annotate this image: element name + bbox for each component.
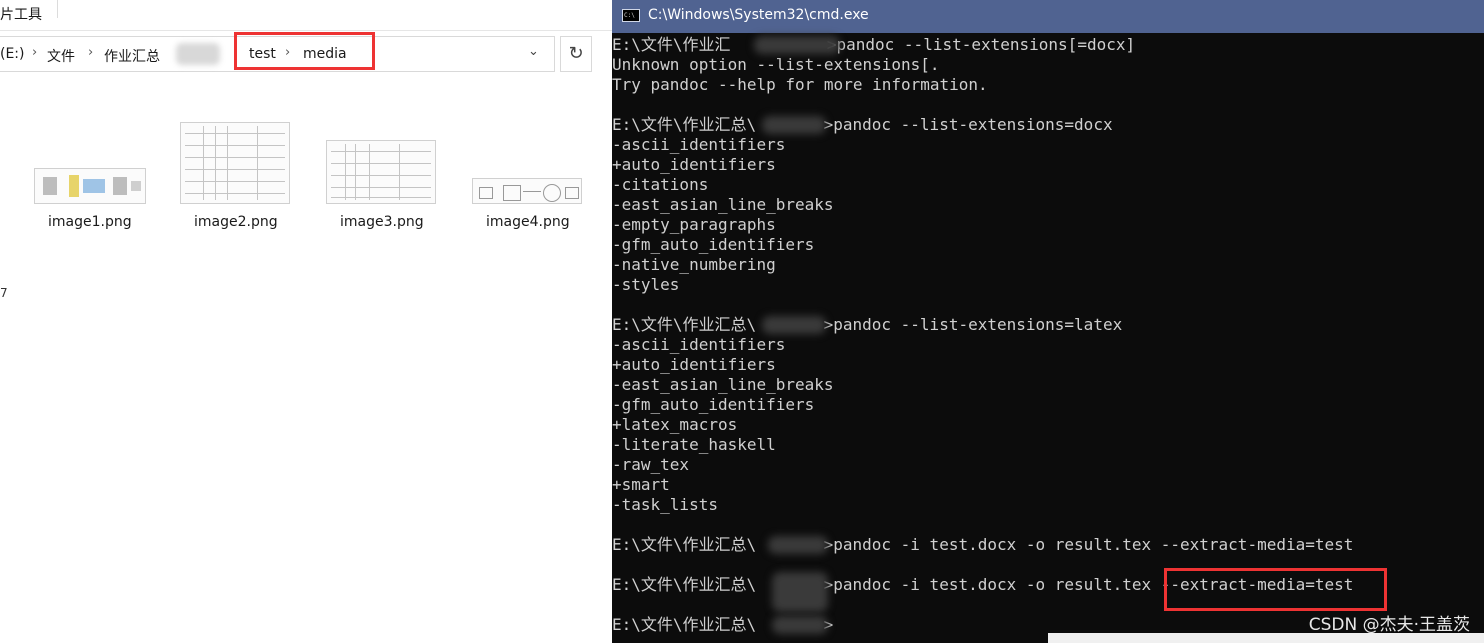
console-line: E:\文件\作业汇总\ >pandoc -i test.docx -o resu…: [612, 535, 1354, 554]
console-line: -styles: [612, 275, 680, 294]
redacted-blur: [176, 43, 220, 65]
file-item[interactable]: image2.png: [178, 110, 298, 240]
highlight-annotation: [1164, 568, 1387, 611]
console-line: -task_lists: [612, 495, 718, 514]
console-line: -empty_paragraphs: [612, 215, 776, 234]
file-name: image1.png: [48, 214, 132, 230]
console-line: Unknown option --list-extensions[.: [612, 55, 940, 74]
file-name: image3.png: [340, 214, 424, 230]
redacted-blur: [772, 616, 828, 634]
highlight-annotation: [234, 32, 375, 70]
image-thumbnail: [326, 140, 436, 204]
redacted-blur: [754, 36, 840, 54]
console-line: +latex_macros: [612, 415, 738, 434]
console-line: -ascii_identifiers: [612, 135, 786, 154]
console-line: -native_numbering: [612, 255, 776, 274]
console-line: Try pandoc --help for more information.: [612, 75, 988, 94]
cmd-app-icon: C:\: [622, 9, 640, 22]
refresh-button[interactable]: ↻: [560, 36, 592, 72]
redacted-blur: [762, 316, 826, 334]
ribbon-bar: 片工具: [0, 0, 612, 31]
console-line: +auto_identifiers: [612, 355, 776, 374]
chevron-right-icon[interactable]: ›: [32, 45, 37, 60]
console-line: -gfm_auto_identifiers: [612, 395, 815, 414]
console-line: -gfm_auto_identifiers: [612, 235, 815, 254]
breadcrumb-folder-1[interactable]: 文件: [47, 46, 75, 66]
breadcrumb-folder-2[interactable]: 作业汇总: [104, 46, 160, 66]
image-thumbnail: [180, 122, 290, 204]
redacted-blur: [768, 536, 828, 554]
file-item[interactable]: image3.png: [324, 110, 444, 240]
console-line: +auto_identifiers: [612, 155, 776, 174]
cmd-window: C:\ C:\Windows\System32\cmd.exe E:\文件\作业…: [612, 0, 1484, 643]
file-name: image2.png: [194, 214, 278, 230]
console-line: -east_asian_line_breaks: [612, 195, 834, 214]
console-line: -literate_haskell: [612, 435, 776, 454]
redacted-blur: [762, 116, 826, 134]
file-name: image4.png: [486, 214, 570, 230]
console-line: E:\文件\作业汇总\ >pandoc --list-extensions=do…: [612, 115, 1113, 134]
nav-pane-edge-text: 7: [0, 286, 8, 300]
ribbon-divider: [57, 0, 58, 18]
file-item[interactable]: image4.png: [470, 110, 590, 240]
breadcrumb-drive[interactable]: (E:): [0, 46, 25, 62]
ribbon-tab-picture-tools[interactable]: 片工具: [0, 4, 42, 24]
console-line: E:\文件\作业汇 >pandoc --list-extensions[=doc…: [612, 35, 1136, 54]
cmd-window-title: C:\Windows\System32\cmd.exe: [648, 7, 869, 23]
console-line: E:\文件\作业汇总\ >pandoc --list-extensions=la…: [612, 315, 1123, 334]
file-item[interactable]: image1.png: [31, 110, 151, 240]
file-explorer-window: 片工具 (E:) › 文件 › 作业汇总 test › media ⌄ ↻ im…: [0, 0, 612, 643]
image-thumbnail: [472, 178, 582, 204]
console-line: -citations: [612, 175, 709, 194]
console-line: -ascii_identifiers: [612, 335, 786, 354]
redacted-blur: [772, 572, 828, 612]
console-line: -raw_tex: [612, 455, 690, 474]
console-line: -east_asian_line_breaks: [612, 375, 834, 394]
chevron-down-icon[interactable]: ⌄: [528, 44, 539, 59]
image-thumbnail: [34, 168, 146, 204]
watermark-text: CSDN @杰夫·王盖茨: [1308, 615, 1470, 635]
console-line: +smart: [612, 475, 670, 494]
cmd-titlebar[interactable]: C:\ C:\Windows\System32\cmd.exe: [612, 0, 1484, 33]
chevron-right-icon[interactable]: ›: [88, 45, 93, 60]
